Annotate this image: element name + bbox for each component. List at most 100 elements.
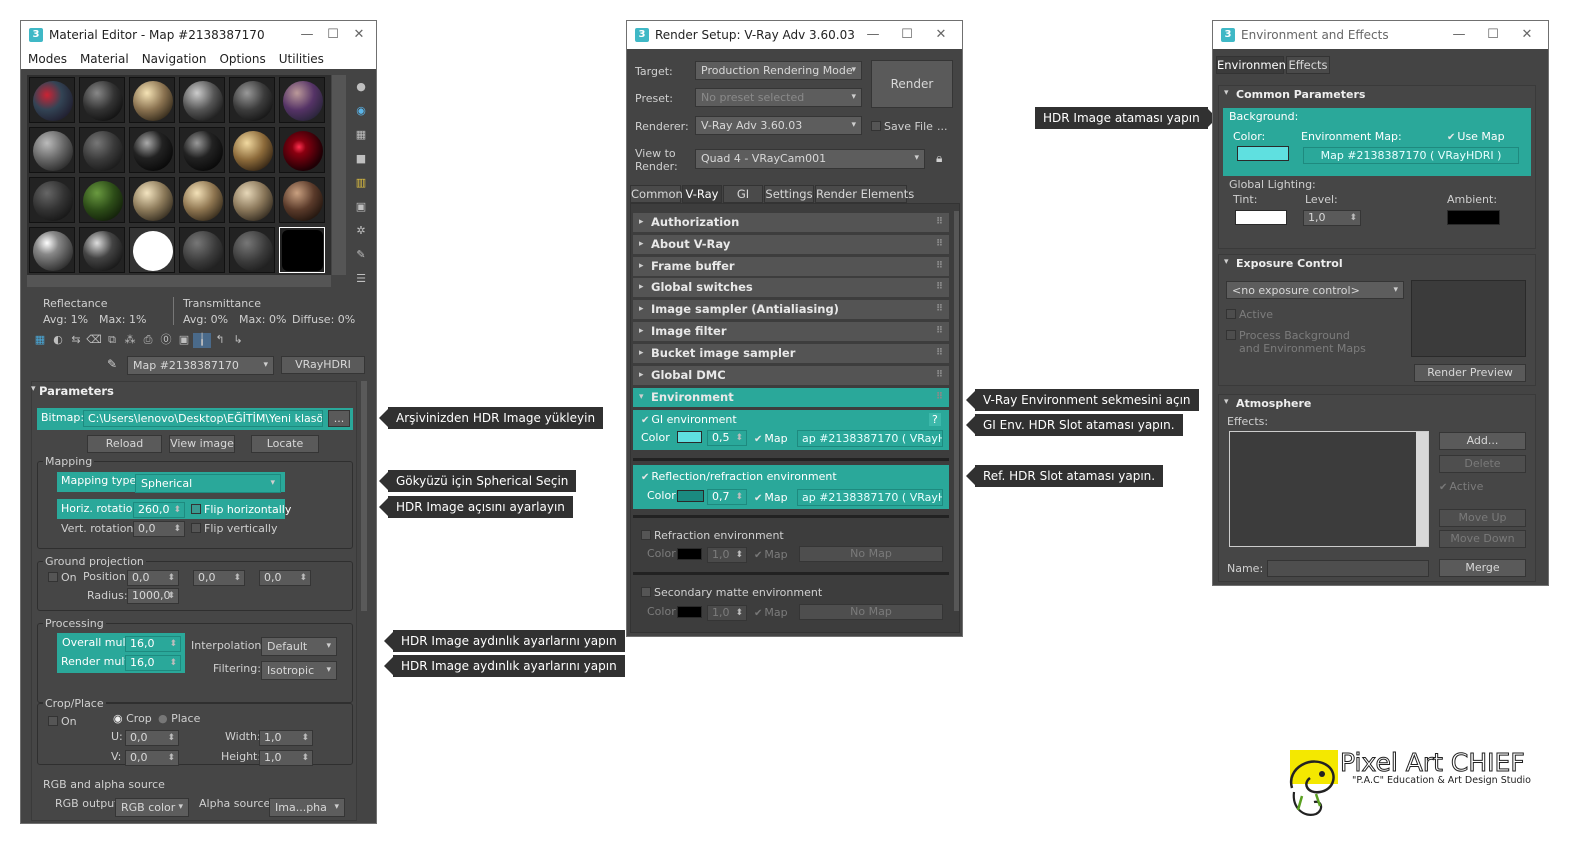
checkbox[interactable] (1226, 309, 1236, 319)
crop-radio[interactable]: ◉ Crop (113, 712, 152, 725)
sample-slot[interactable] (79, 77, 125, 123)
filtering-dropdown[interactable]: Isotropic (261, 661, 337, 680)
gi-color-swatch[interactable] (677, 431, 702, 443)
refr-map-button[interactable]: No Map (799, 546, 943, 562)
refr-env-checkbox[interactable]: Refraction environment (641, 529, 784, 542)
sample-scrollbar[interactable] (332, 75, 346, 275)
select-by-material-icon[interactable]: ✎ (351, 243, 371, 267)
mat-id-icon[interactable]: ⓪ (157, 331, 175, 346)
sample-slot[interactable] (79, 177, 125, 223)
view-dropdown[interactable]: Quad 4 - VRayCam001 (695, 149, 925, 169)
exposure-dropdown[interactable]: <no exposure control> (1226, 281, 1404, 299)
sample-slot[interactable] (179, 177, 225, 223)
tab-common[interactable]: Common (630, 185, 683, 203)
rgb-output-dropdown[interactable]: RGB color (115, 798, 189, 817)
renderer-dropdown[interactable]: V-Ray Adv 3.60.03 (695, 116, 862, 135)
environment-map-button[interactable]: Map #2138387170 ( VRayHDRI ) (1303, 147, 1519, 164)
width-spinner[interactable]: 1,0 (259, 730, 313, 746)
move-down-button[interactable]: Move Down (1439, 530, 1526, 548)
tab-effects[interactable]: Effects (1286, 56, 1330, 74)
position-z-spinner[interactable]: 0,0 (259, 570, 311, 586)
radius-spinner[interactable]: 1000,0 (127, 588, 179, 604)
atmosphere-active-checkbox[interactable]: ✔ Active (1439, 480, 1483, 493)
use-map-checkbox[interactable]: ✔ Use Map (1447, 130, 1505, 143)
backlight-icon[interactable]: ◉ (351, 99, 371, 123)
checkbox[interactable] (1226, 330, 1236, 340)
rollout-scrollbar[interactable] (361, 381, 367, 611)
exposure-control-title[interactable]: Exposure Control (1236, 257, 1343, 270)
put-library-icon[interactable]: ⎙ (139, 333, 157, 348)
secondary-map-checkbox[interactable]: ✔ Map (754, 606, 788, 619)
tint-swatch[interactable] (1235, 210, 1287, 225)
target-dropdown[interactable]: Production Rendering Mode (695, 61, 862, 80)
secondary-env-checkbox[interactable]: Secondary matte environment (641, 586, 822, 599)
parameters-title[interactable]: Parameters (39, 384, 114, 398)
rollout-global-dmc[interactable]: Global DMC (633, 366, 949, 385)
checkbox[interactable] (871, 121, 881, 131)
process-bg-checkbox[interactable]: Process Background (1226, 329, 1350, 342)
rollout-global-switches[interactable]: Global switches (633, 278, 949, 297)
gi-map-button[interactable]: ap #2138387170 ( VRayHDRI (797, 430, 943, 447)
collapse-icon[interactable]: ▾ (1224, 88, 1229, 98)
view-image-button[interactable]: View image (169, 435, 235, 453)
background-icon[interactable]: ▦ (351, 123, 371, 147)
flip-vertically-checkbox[interactable]: Flip vertically (191, 522, 278, 535)
add-button[interactable]: Add... (1439, 432, 1526, 450)
refr-map-checkbox[interactable]: ✔ Map (754, 548, 788, 561)
sample-slot[interactable] (29, 227, 75, 273)
lock-icon[interactable]: 🔒︎ (936, 151, 942, 166)
collapse-icon[interactable]: ▾ (1224, 257, 1229, 267)
position-y-spinner[interactable]: 0,0 (193, 570, 245, 586)
common-parameters-title[interactable]: Common Parameters (1236, 88, 1365, 101)
move-up-button[interactable]: Move Up (1439, 509, 1526, 527)
vert-rotation-spinner[interactable]: 0,0 (133, 521, 185, 537)
atmosphere-title[interactable]: Atmosphere (1236, 397, 1311, 410)
merge-button[interactable]: Merge (1439, 559, 1526, 577)
minimize-icon[interactable]: — (1446, 25, 1472, 45)
menu-material[interactable]: Material (73, 49, 135, 66)
effects-list-scrollbar[interactable] (1416, 432, 1428, 546)
bitmap-path-field[interactable]: C:\Users\lenovo\Desktop\EĞİTİM\Yeni klas… (83, 410, 323, 427)
sample-slot[interactable] (79, 227, 125, 273)
more-options-button[interactable]: ... (937, 120, 948, 133)
render-preview-button[interactable]: Render Preview (1414, 364, 1526, 382)
sample-slot[interactable] (29, 127, 75, 173)
effects-list[interactable] (1229, 431, 1429, 547)
interpolation-dropdown[interactable]: Default (261, 637, 337, 656)
sample-slot[interactable] (279, 177, 325, 223)
reset-icon[interactable]: ⌫ (85, 333, 103, 348)
tab-settings[interactable]: Settings (764, 185, 814, 203)
position-x-spinner[interactable]: 0,0 (127, 570, 179, 586)
put-to-scene-icon[interactable]: ◐ (49, 333, 67, 348)
checkbox[interactable] (48, 572, 58, 582)
material-navigator-icon[interactable]: ☰ (351, 267, 371, 291)
eyedropper-icon[interactable]: ✎ (107, 357, 117, 371)
rollout-image-sampler[interactable]: Image sampler (Antialiasing) (633, 300, 949, 319)
v-spinner[interactable]: 0,0 (125, 750, 179, 766)
place-radio[interactable]: ● Place (158, 712, 200, 725)
unique-icon[interactable]: ⁂ (121, 333, 139, 348)
collapse-icon[interactable]: ▾ (1224, 397, 1229, 407)
gi-help-button[interactable]: ? (929, 413, 941, 426)
close-icon[interactable]: ✕ (1514, 25, 1540, 45)
rollout-environment[interactable]: Environment (633, 388, 949, 407)
gi-map-checkbox[interactable]: ✔ Map (754, 432, 788, 445)
close-icon[interactable]: ✕ (928, 25, 954, 45)
menu-options[interactable]: Options (212, 49, 271, 66)
exposure-active-checkbox[interactable]: Active (1226, 308, 1273, 321)
uv-tiling-icon[interactable]: ■ (351, 147, 371, 171)
video-color-icon[interactable]: ▥ (351, 171, 371, 195)
sample-slot[interactable] (129, 227, 175, 273)
sample-slot[interactable] (29, 77, 75, 123)
sample-slot[interactable] (229, 227, 275, 273)
sample-type-icon[interactable]: ● (351, 75, 371, 99)
sample-slot[interactable] (179, 77, 225, 123)
mapping-type-dropdown[interactable]: Spherical (135, 474, 281, 493)
sample-slot[interactable] (29, 177, 75, 223)
refl-map-button[interactable]: ap #2138387170 ( VRayHDRI (797, 489, 943, 506)
u-spinner[interactable]: 0,0 (125, 730, 179, 746)
maximize-icon[interactable]: ☐ (894, 25, 920, 45)
preset-dropdown[interactable]: No preset selected (695, 88, 862, 107)
sample-slot[interactable] (129, 127, 175, 173)
render-button[interactable]: Render (871, 60, 953, 108)
